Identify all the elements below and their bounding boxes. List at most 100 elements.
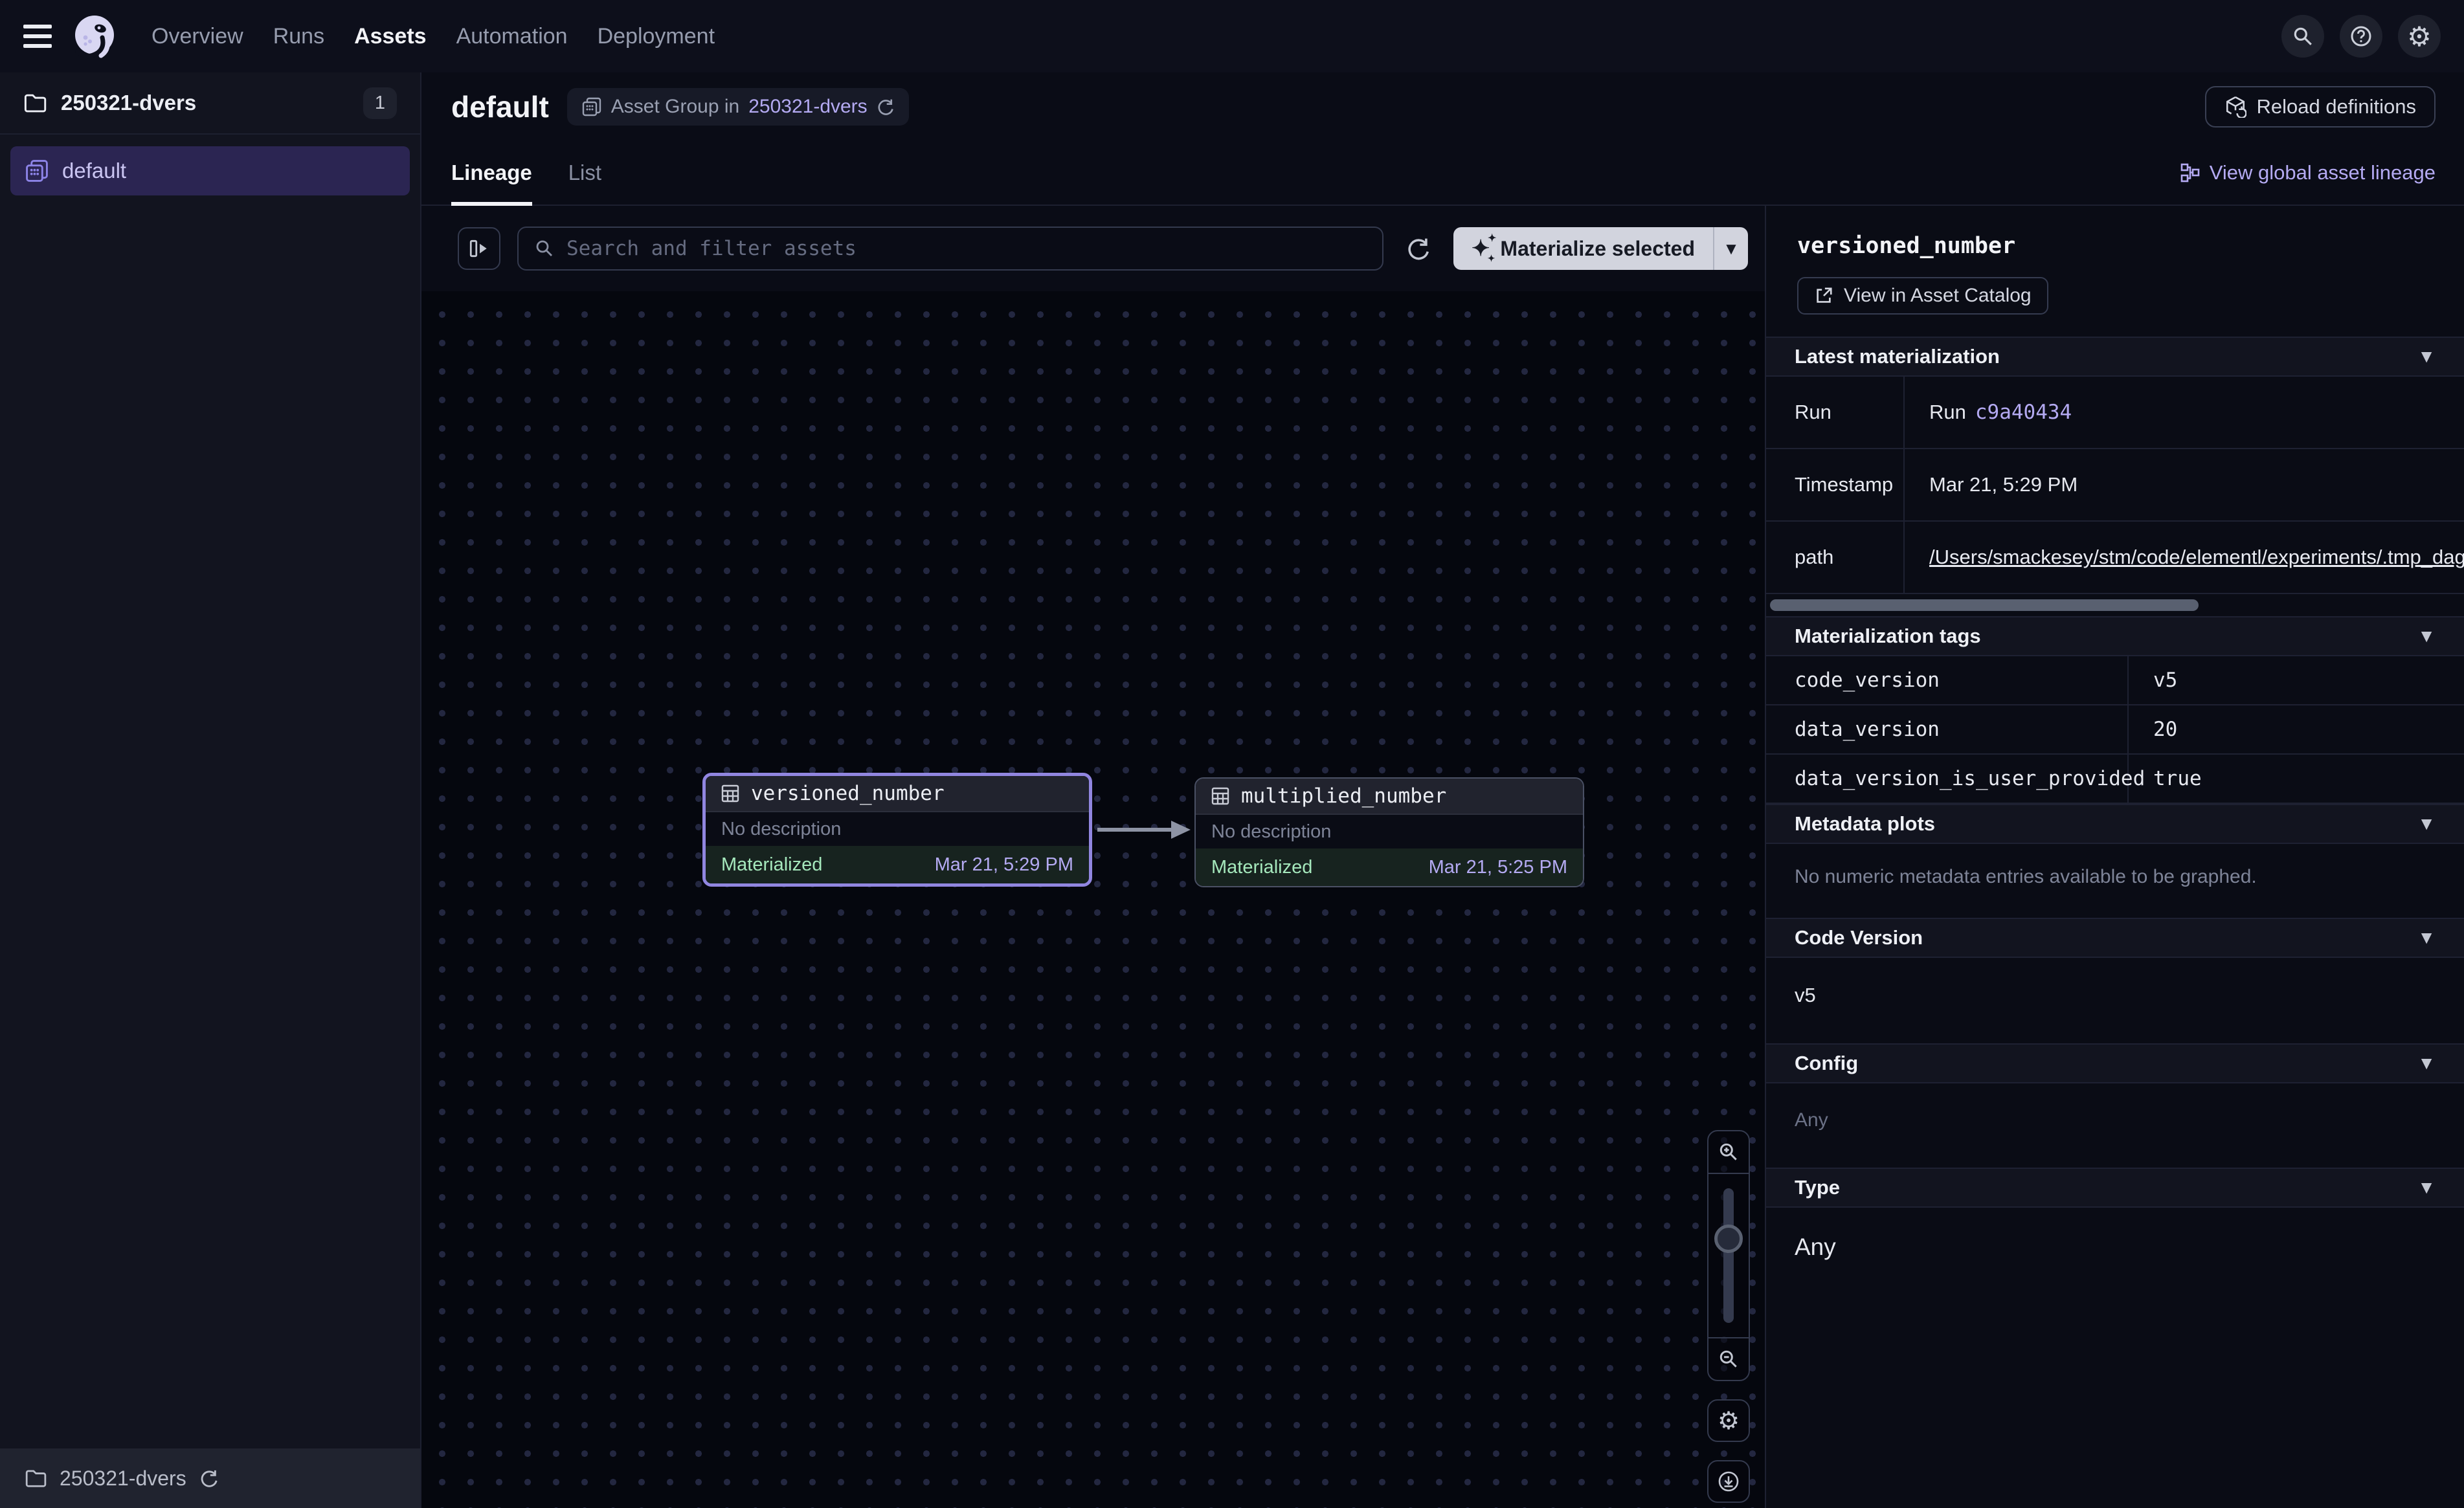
footer-location-name: 250321-dvers	[60, 1467, 186, 1491]
asset-node-versioned-number[interactable]: versioned_number No description Material…	[702, 773, 1092, 887]
latest-timestamp-row: Timestamp Mar 21, 5:29 PM	[1766, 449, 2464, 522]
zoom-slider-knob[interactable]	[1714, 1225, 1743, 1253]
panel-asset-title: versioned_number	[1797, 233, 2433, 259]
page-title: default	[451, 89, 549, 124]
badge-prefix: Asset Group in	[611, 96, 739, 118]
zoom-slider[interactable]	[1708, 1173, 1749, 1338]
materialized-status: Materialized	[721, 854, 822, 876]
refresh-icon[interactable]	[199, 1469, 219, 1488]
asset-count-badge: 1	[363, 87, 397, 119]
zoom-slider-track[interactable]	[1723, 1188, 1734, 1323]
view-in-asset-catalog-button[interactable]: View in Asset Catalog	[1797, 277, 2048, 315]
external-link-icon	[1814, 286, 1833, 305]
graph-settings-button[interactable]: ⚙	[1707, 1399, 1750, 1442]
lineage-toolbar: ✦✦✦ Materialize selected ▼	[421, 206, 1765, 291]
materialized-timestamp[interactable]: Mar 21, 5:25 PM	[1429, 857, 1567, 878]
latest-run-row: Run Run c9a40434	[1766, 377, 2464, 449]
section-materialization-tags[interactable]: Materialization tags ▼	[1766, 616, 2464, 656]
materialize-dropdown-caret[interactable]: ▼	[1713, 227, 1748, 270]
asset-node-title: versioned_number	[751, 782, 945, 805]
graph-controls: ⚙	[1707, 1130, 1750, 1503]
tag-row: data_version_is_user_provided true	[1766, 755, 2464, 804]
dagster-logo[interactable]	[70, 12, 119, 61]
chevron-down-icon[interactable]: ▼	[2417, 1053, 2436, 1074]
sparkle-icon: ✦✦✦	[1472, 236, 1490, 261]
group-item-label: default	[62, 159, 126, 183]
chevron-down-icon[interactable]: ▼	[2417, 1177, 2436, 1198]
hamburger-menu-icon[interactable]	[23, 25, 52, 48]
tag-row: code_version v5	[1766, 656, 2464, 705]
tab-list[interactable]: List	[568, 141, 601, 205]
download-icon	[1717, 1470, 1740, 1493]
section-config[interactable]: Config ▼	[1766, 1043, 2464, 1083]
refresh-icon[interactable]	[877, 98, 895, 116]
help-icon[interactable]	[2340, 15, 2382, 58]
code-location-name: 250321-dvers	[61, 91, 349, 115]
asset-detail-panel: versioned_number View in Asset Catalog L…	[1765, 206, 2464, 1508]
lineage-edge-arrow	[1096, 814, 1193, 845]
refresh-graph-button[interactable]	[1400, 230, 1437, 267]
section-type[interactable]: Type ▼	[1766, 1168, 2464, 1208]
asset-node-description: No description	[706, 812, 1089, 846]
path-link[interactable]: /Users/smackesey/stm/code/elementl/exper…	[1929, 546, 2464, 569]
config-value: Any	[1766, 1083, 2464, 1168]
chevron-down-icon[interactable]: ▼	[2417, 927, 2436, 948]
chevron-down-icon[interactable]: ▼	[2417, 346, 2436, 367]
asset-node-title: multiplied_number	[1241, 784, 1446, 808]
folder-icon	[25, 1467, 47, 1489]
timestamp-value: Mar 21, 5:29 PM	[1905, 449, 2464, 520]
asset-node-description: No description	[1196, 815, 1583, 848]
run-id-link[interactable]: c9a40434	[1975, 401, 2072, 424]
asset-group-icon	[581, 96, 602, 117]
settings-gear-icon[interactable]: ⚙	[2398, 15, 2441, 58]
zoom-out-button[interactable]	[1708, 1338, 1749, 1380]
code-version-value: v5	[1766, 958, 2464, 1043]
nav-item-assets[interactable]: Assets	[354, 24, 427, 49]
materialized-timestamp[interactable]: Mar 21, 5:29 PM	[935, 854, 1073, 876]
folder-icon	[23, 91, 47, 115]
section-code-version[interactable]: Code Version ▼	[1766, 918, 2464, 958]
tag-row: data_version 20	[1766, 705, 2464, 755]
view-global-asset-lineage-link[interactable]: View global asset lineage	[2180, 141, 2436, 205]
section-metadata-plots[interactable]: Metadata plots ▼	[1766, 804, 2464, 844]
search-field-wrap	[517, 227, 1383, 271]
search-assets-input[interactable]	[566, 237, 1367, 260]
search-icon[interactable]	[2281, 15, 2324, 58]
materialized-status: Materialized	[1211, 857, 1312, 878]
asset-groups-sidebar: 250321-dvers 1 default 250321-dvers	[0, 72, 421, 1508]
asset-group-icon	[25, 159, 49, 183]
top-nav: Overview Runs Assets Automation Deployme…	[0, 0, 2464, 72]
download-image-button[interactable]	[1707, 1460, 1750, 1503]
refresh-icon	[1406, 236, 1431, 261]
nav-item-automation[interactable]: Automation	[456, 24, 568, 49]
nav-item-deployment[interactable]: Deployment	[598, 24, 715, 49]
sidebar-item-default-group[interactable]: default	[10, 146, 410, 195]
section-latest-materialization[interactable]: Latest materialization ▼	[1766, 337, 2464, 377]
badge-location-link[interactable]: 250321-dvers	[748, 96, 867, 118]
latest-path-row: path /Users/smackesey/stm/code/elementl/…	[1766, 522, 2464, 594]
zoom-in-button[interactable]	[1708, 1131, 1749, 1173]
table-icon	[1210, 786, 1231, 806]
nav-item-overview[interactable]: Overview	[151, 24, 243, 49]
tab-lineage[interactable]: Lineage	[451, 141, 532, 205]
asset-group-badge[interactable]: Asset Group in 250321-dvers	[567, 88, 909, 126]
asset-node-multiplied-number[interactable]: multiplied_number No description Materia…	[1194, 777, 1584, 887]
chevron-down-icon[interactable]: ▼	[2417, 814, 2436, 834]
scrollbar-thumb[interactable]	[1770, 599, 2199, 611]
materialize-selected-button[interactable]: ✦✦✦ Materialize selected ▼	[1453, 227, 1748, 270]
nav-links: Overview Runs Assets Automation Deployme…	[151, 24, 715, 49]
reload-definitions-button[interactable]: Reload definitions	[2205, 86, 2436, 128]
lineage-graph-icon	[2180, 162, 2201, 183]
collapse-sidebar-button[interactable]	[458, 227, 500, 270]
type-value: Any	[1766, 1208, 2464, 1297]
sidebar-footer[interactable]: 250321-dvers	[0, 1448, 420, 1508]
nav-item-runs[interactable]: Runs	[273, 24, 324, 49]
tabs-row: Lineage List View global asset lineage	[421, 141, 2464, 206]
table-icon	[720, 783, 741, 804]
lineage-graph-canvas[interactable]: versioned_number No description Material…	[421, 291, 1765, 1508]
sidebar-code-location-row[interactable]: 250321-dvers 1	[0, 72, 420, 135]
panel-horizontal-scrollbar	[1766, 594, 2464, 616]
page-header: default Asset Group in 250321-dvers Relo…	[421, 72, 2464, 141]
chevron-down-icon[interactable]: ▼	[2417, 626, 2436, 647]
metadata-plots-empty-text: No numeric metadata entries available to…	[1766, 844, 2464, 918]
